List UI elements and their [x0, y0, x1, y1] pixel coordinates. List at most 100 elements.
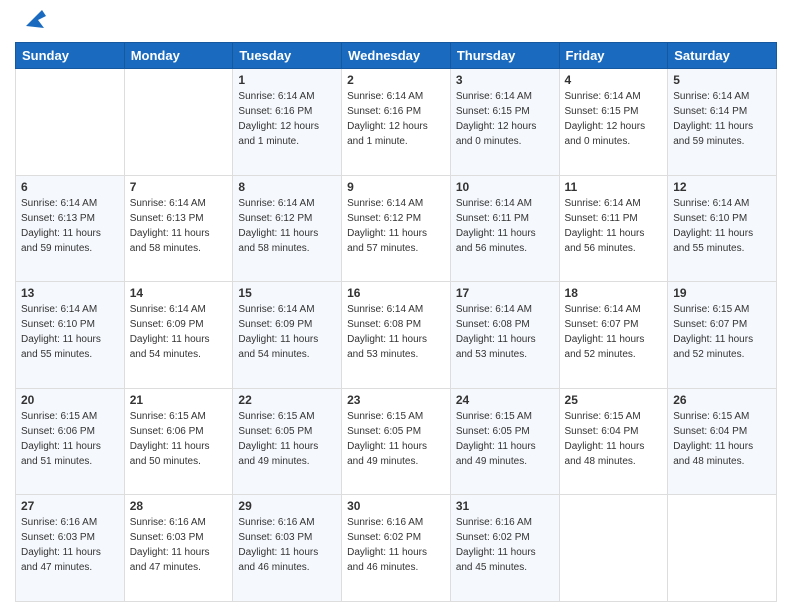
day-info: Sunrise: 6:14 AMSunset: 6:10 PMDaylight:… [673, 196, 771, 256]
day-info: Sunrise: 6:16 AMSunset: 6:02 PMDaylight:… [347, 515, 445, 575]
day-number: 4 [565, 73, 663, 87]
day-number: 5 [673, 73, 771, 87]
week-row-5: 27 Sunrise: 6:16 AMSunset: 6:03 PMDayligh… [16, 495, 777, 602]
day-cell: 12 Sunrise: 6:14 AMSunset: 6:10 PMDayligh… [668, 175, 777, 282]
day-cell [559, 495, 668, 602]
day-cell [668, 495, 777, 602]
day-info: Sunrise: 6:14 AMSunset: 6:14 PMDaylight:… [673, 89, 771, 149]
day-number: 10 [456, 180, 554, 194]
day-number: 28 [130, 499, 228, 513]
weekday-header-tuesday: Tuesday [233, 43, 342, 69]
day-info: Sunrise: 6:14 AMSunset: 6:11 PMDaylight:… [456, 196, 554, 256]
day-number: 23 [347, 393, 445, 407]
day-cell: 6Sunrise: 6:14 AMSunset: 6:13 PMDaylight… [16, 175, 125, 282]
day-cell: 18Sunrise: 6:14 AMSunset: 6:07 PMDayligh… [559, 282, 668, 389]
day-info: Sunrise: 6:16 AMSunset: 6:03 PMDaylight:… [238, 515, 336, 575]
day-number: 30 [347, 499, 445, 513]
day-info: Sunrise: 6:15 AMSunset: 6:06 PMDaylight:… [21, 409, 119, 469]
day-cell: 25Sunrise: 6:15 AMSunset: 6:04 PMDayligh… [559, 388, 668, 495]
day-cell: 31 Sunrise: 6:16 AMSunset: 6:02 PMDayligh… [450, 495, 559, 602]
day-number: 20 [21, 393, 119, 407]
day-info: Sunrise: 6:15 AMSunset: 6:06 PMDaylight:… [130, 409, 228, 469]
day-info: Sunrise: 6:16 AMSunset: 6:03 PMDaylight:… [130, 515, 228, 575]
day-info: Sunrise: 6:14 AMSunset: 6:12 PMDaylight:… [238, 196, 336, 256]
day-cell: 20 Sunrise: 6:15 AMSunset: 6:06 PMDayligh… [16, 388, 125, 495]
day-info: Sunrise: 6:14 AMSunset: 6:10 PMDaylight:… [21, 302, 119, 362]
day-info: Sunrise: 6:15 AMSunset: 6:05 PMDaylight:… [347, 409, 445, 469]
day-number: 7 [130, 180, 228, 194]
day-cell: 19Sunrise: 6:15 AMSunset: 6:07 PMDayligh… [668, 282, 777, 389]
day-info: Sunrise: 6:14 AMSunset: 6:13 PMDaylight:… [21, 196, 119, 256]
day-number: 18 [565, 286, 663, 300]
week-row-1: 1 Sunrise: 6:14 AMSunset: 6:16 PMDaylight… [16, 69, 777, 176]
day-number: 13 [21, 286, 119, 300]
day-info: Sunrise: 6:14 AMSunset: 6:16 PMDaylight:… [347, 89, 445, 149]
day-cell: 30 Sunrise: 6:16 AMSunset: 6:02 PMDayligh… [342, 495, 451, 602]
day-number: 3 [456, 73, 554, 87]
day-info: Sunrise: 6:15 AMSunset: 6:05 PMDaylight:… [456, 409, 554, 469]
day-cell: 23 Sunrise: 6:15 AMSunset: 6:05 PMDayligh… [342, 388, 451, 495]
logo-icon [18, 2, 50, 34]
day-info: Sunrise: 6:14 AMSunset: 6:09 PMDaylight:… [238, 302, 336, 362]
weekday-header-thursday: Thursday [450, 43, 559, 69]
calendar-table: SundayMondayTuesdayWednesdayThursdayFrid… [15, 42, 777, 602]
day-cell: 2 Sunrise: 6:14 AMSunset: 6:16 PMDaylight… [342, 69, 451, 176]
day-cell: 17 Sunrise: 6:14 AMSunset: 6:08 PMDayligh… [450, 282, 559, 389]
day-number: 2 [347, 73, 445, 87]
weekday-header-sunday: Sunday [16, 43, 125, 69]
day-cell: 1Sunrise: 6:14 AMSunset: 6:16 PMDaylight… [233, 69, 342, 176]
day-info: Sunrise: 6:14 AMSunset: 6:09 PMDaylight:… [130, 302, 228, 362]
day-cell: 26 Sunrise: 6:15 AMSunset: 6:04 PMDayligh… [668, 388, 777, 495]
day-info: Sunrise: 6:16 AMSunset: 6:03 PMDaylight:… [21, 515, 119, 575]
day-number: 12 [673, 180, 771, 194]
day-cell: 15 Sunrise: 6:14 AMSunset: 6:09 PMDayligh… [233, 282, 342, 389]
day-cell: 9 Sunrise: 6:14 AMSunset: 6:12 PMDaylight… [342, 175, 451, 282]
weekday-header-saturday: Saturday [668, 43, 777, 69]
day-cell: 14 Sunrise: 6:14 AMSunset: 6:09 PMDayligh… [124, 282, 233, 389]
weekday-header-monday: Monday [124, 43, 233, 69]
day-cell: 10 Sunrise: 6:14 AMSunset: 6:11 PMDayligh… [450, 175, 559, 282]
logo [15, 10, 50, 34]
day-number: 11 [565, 180, 663, 194]
day-cell: 8 Sunrise: 6:14 AMSunset: 6:12 PMDaylight… [233, 175, 342, 282]
day-cell: 11 Sunrise: 6:14 AMSunset: 6:11 PMDayligh… [559, 175, 668, 282]
day-number: 22 [238, 393, 336, 407]
day-cell [16, 69, 125, 176]
day-info: Sunrise: 6:15 AMSunset: 6:05 PMDaylight:… [238, 409, 336, 469]
day-number: 21 [130, 393, 228, 407]
day-info: Sunrise: 6:14 AMSunset: 6:15 PMDaylight:… [565, 89, 663, 149]
day-info: Sunrise: 6:14 AMSunset: 6:08 PMDaylight:… [456, 302, 554, 362]
day-info: Sunrise: 6:14 AMSunset: 6:13 PMDaylight:… [130, 196, 228, 256]
day-cell: 13 Sunrise: 6:14 AMSunset: 6:10 PMDayligh… [16, 282, 125, 389]
day-cell [124, 69, 233, 176]
day-number: 17 [456, 286, 554, 300]
day-number: 27 [21, 499, 119, 513]
day-cell: 4 Sunrise: 6:14 AMSunset: 6:15 PMDaylight… [559, 69, 668, 176]
weekday-header-row: SundayMondayTuesdayWednesdayThursdayFrid… [16, 43, 777, 69]
day-number: 1 [238, 73, 336, 87]
day-number: 15 [238, 286, 336, 300]
day-cell: 21 Sunrise: 6:15 AMSunset: 6:06 PMDayligh… [124, 388, 233, 495]
day-number: 14 [130, 286, 228, 300]
day-number: 19 [673, 286, 771, 300]
week-row-3: 13 Sunrise: 6:14 AMSunset: 6:10 PMDayligh… [16, 282, 777, 389]
day-info: Sunrise: 6:15 AMSunset: 6:04 PMDaylight:… [673, 409, 771, 469]
weekday-header-friday: Friday [559, 43, 668, 69]
day-number: 9 [347, 180, 445, 194]
day-cell: 7 Sunrise: 6:14 AMSunset: 6:13 PMDaylight… [124, 175, 233, 282]
day-number: 8 [238, 180, 336, 194]
day-number: 25 [565, 393, 663, 407]
day-cell: 5 Sunrise: 6:14 AMSunset: 6:14 PMDaylight… [668, 69, 777, 176]
day-cell: 3Sunrise: 6:14 AMSunset: 6:15 PMDaylight… [450, 69, 559, 176]
day-number: 26 [673, 393, 771, 407]
week-row-4: 20 Sunrise: 6:15 AMSunset: 6:06 PMDayligh… [16, 388, 777, 495]
day-cell: 28 Sunrise: 6:16 AMSunset: 6:03 PMDayligh… [124, 495, 233, 602]
day-info: Sunrise: 6:14 AMSunset: 6:11 PMDaylight:… [565, 196, 663, 256]
day-number: 31 [456, 499, 554, 513]
weekday-header-wednesday: Wednesday [342, 43, 451, 69]
day-number: 24 [456, 393, 554, 407]
day-info: Sunrise: 6:14 AMSunset: 6:12 PMDaylight:… [347, 196, 445, 256]
day-info: Sunrise: 6:14 AMSunset: 6:08 PMDaylight:… [347, 302, 445, 362]
day-number: 29 [238, 499, 336, 513]
day-info: Sunrise: 6:16 AMSunset: 6:02 PMDaylight:… [456, 515, 554, 575]
